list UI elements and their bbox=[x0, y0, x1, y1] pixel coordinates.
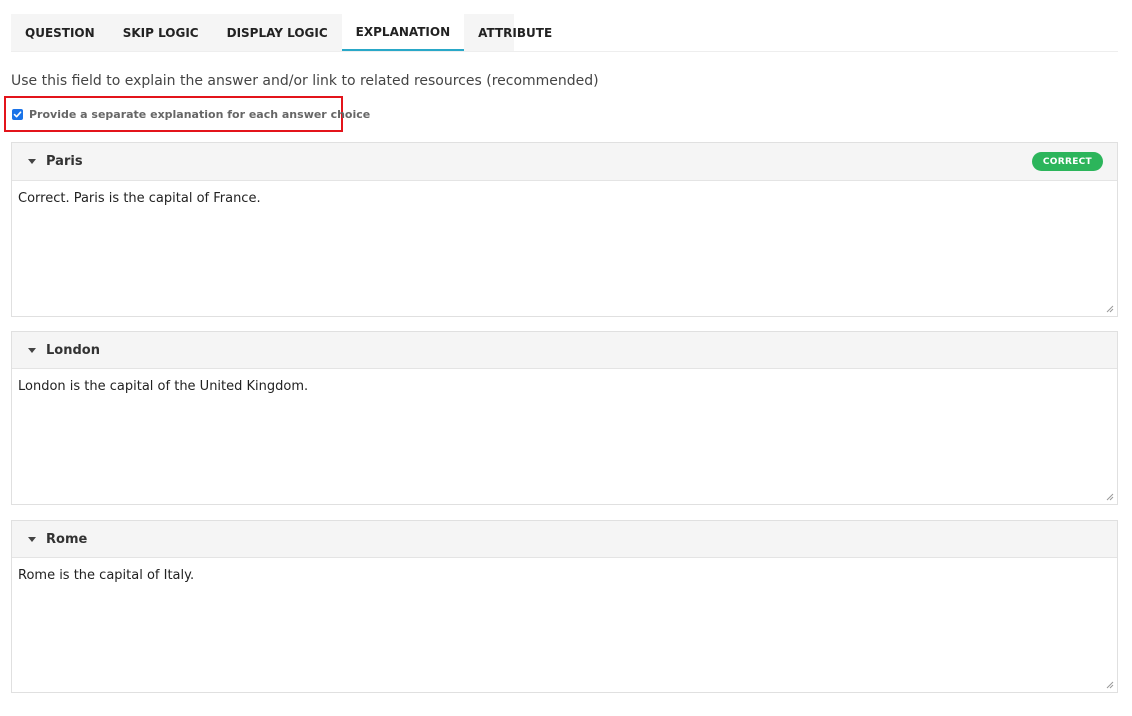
resize-handle-icon[interactable] bbox=[1106, 493, 1114, 501]
tab-question[interactable]: QUESTION bbox=[11, 14, 109, 51]
choice-header[interactable]: Paris CORRECT bbox=[12, 143, 1117, 181]
separate-explanation-checkbox[interactable] bbox=[12, 108, 23, 120]
explanation-textarea[interactable]: London is the capital of the United King… bbox=[12, 369, 1117, 504]
explanation-text: Rome is the capital of Italy. bbox=[18, 568, 195, 583]
separate-explanation-label[interactable]: Provide a separate explanation for each … bbox=[29, 108, 370, 121]
choice-card-rome: Rome Rome is the capital of Italy. bbox=[11, 520, 1118, 693]
tab-attribute[interactable]: ATTRIBUTE bbox=[464, 14, 566, 51]
choice-card-paris: Paris CORRECT Correct. Paris is the capi… bbox=[11, 142, 1118, 317]
choice-name: Rome bbox=[46, 531, 88, 547]
explanation-hint: Use this field to explain the answer and… bbox=[11, 73, 599, 89]
checkmark-icon bbox=[13, 110, 22, 117]
explanation-text: London is the capital of the United King… bbox=[18, 379, 309, 394]
resize-handle-icon[interactable] bbox=[1106, 681, 1114, 689]
correct-badge: CORRECT bbox=[1031, 152, 1103, 171]
explanation-textarea[interactable]: Correct. Paris is the capital of France. bbox=[12, 181, 1117, 316]
explanation-textarea[interactable]: Rome is the capital of Italy. bbox=[12, 558, 1117, 692]
tab-list: QUESTION SKIP LOGIC DISPLAY LOGIC EXPLAN… bbox=[11, 14, 552, 51]
choice-name: London bbox=[46, 342, 100, 358]
tab-display-logic[interactable]: DISPLAY LOGIC bbox=[213, 14, 342, 51]
choice-card-london: London London is the capital of the Unit… bbox=[11, 331, 1118, 505]
caret-down-icon[interactable] bbox=[28, 347, 36, 353]
choice-name: Paris bbox=[46, 154, 83, 169]
separate-explanation-option: Provide a separate explanation for each … bbox=[4, 96, 370, 132]
tab-bar: QUESTION SKIP LOGIC DISPLAY LOGIC EXPLAN… bbox=[11, 14, 1118, 52]
explanation-editor: QUESTION SKIP LOGIC DISPLAY LOGIC EXPLAN… bbox=[0, 0, 1132, 716]
caret-down-icon[interactable] bbox=[28, 536, 36, 542]
tab-explanation[interactable]: EXPLANATION bbox=[341, 14, 465, 51]
choice-header[interactable]: London bbox=[12, 332, 1117, 369]
resize-handle-icon[interactable] bbox=[1106, 305, 1114, 313]
choice-header[interactable]: Rome bbox=[12, 521, 1117, 558]
caret-down-icon[interactable] bbox=[28, 159, 36, 164]
explanation-text: Correct. Paris is the capital of France. bbox=[18, 191, 261, 206]
tab-skip-logic[interactable]: SKIP LOGIC bbox=[109, 14, 213, 51]
